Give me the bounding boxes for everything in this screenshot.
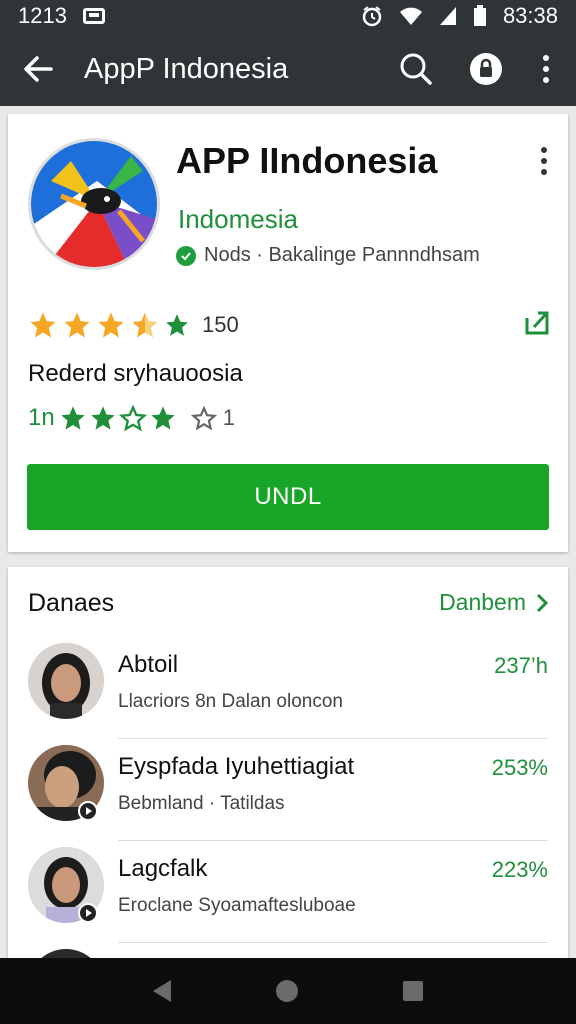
list-more-link[interactable]: Danbem: [439, 589, 548, 616]
system-nav-bar: [0, 958, 576, 1024]
toolbar-title: AppP Indonesia: [84, 52, 289, 85]
app-details-card: APP IIndonesia Indomesia Nods · Bakaling…: [8, 114, 568, 552]
divider: [118, 942, 548, 943]
signal-icon: [439, 7, 456, 25]
verified-check-icon: [176, 245, 196, 266]
star-full-icon: [64, 312, 90, 338]
list-item-subtitle: Eroclane Syoamaftesluboae: [118, 895, 356, 916]
star-half-icon: [132, 312, 158, 338]
app-more-icon[interactable]: [532, 144, 556, 178]
wifi-icon: [399, 7, 422, 25]
list-item-name: Lagcfalk: [118, 855, 208, 882]
list-item-subtitle: Bebmland · Tatildas: [118, 793, 285, 814]
list-header: Danaes: [28, 589, 115, 617]
status-time-right: 83:38: [502, 3, 558, 28]
battery-icon: [473, 5, 486, 26]
list-item[interactable]: Lagcfalk Eroclane Syoamaftesluboae 223%: [8, 847, 568, 947]
star-outline-icon[interactable]: [190, 405, 217, 431]
lock-icon[interactable]: [464, 47, 508, 91]
list-item-price: 237’h: [494, 653, 548, 678]
play-icon[interactable]: [78, 801, 98, 821]
search-icon[interactable]: [394, 47, 438, 91]
back-arrow-icon[interactable]: [18, 49, 58, 89]
list-item-name: Eyspfada Iyuhettiagiat: [118, 753, 355, 780]
star-green-icon[interactable]: [149, 404, 177, 432]
status-time-left: 1213: [18, 3, 67, 28]
share-icon[interactable]: [524, 310, 550, 341]
notification-icon: [82, 8, 105, 24]
star-full-icon: [30, 312, 56, 338]
nav-recents-icon[interactable]: [403, 981, 424, 1001]
list-item-price: 253%: [491, 755, 548, 780]
divider: [118, 840, 548, 841]
rate-this-app[interactable]: 1n 1: [28, 404, 235, 432]
star-green-icon[interactable]: [59, 404, 87, 432]
app-logo-icon: [28, 138, 160, 270]
developer-link[interactable]: Indomesia: [178, 204, 298, 235]
app-toolbar: AppP Indonesia: [0, 32, 576, 106]
alarm-icon: [362, 6, 382, 27]
list-item[interactable]: Eyspfada Iyuhettiagiat Bebmland · Tatild…: [8, 745, 568, 845]
rating-count: 150: [202, 312, 239, 337]
verified-text: Nods · Bakalinge Pannndhsam: [204, 244, 480, 266]
list-item-subtitle: Llacriors 8n Dalan oloncon: [118, 691, 343, 712]
list-more-label: Danbem: [439, 589, 526, 615]
nav-home-icon[interactable]: [275, 980, 298, 1002]
rated-label: Rederd sryhauoosia: [28, 360, 243, 387]
related-list-card: Danaes Danbem Abtoil Llacriors 8n Dalan …: [8, 567, 568, 967]
verified-info: Nods · Bakalinge Pannndhsam: [176, 244, 480, 267]
more-vert-icon[interactable]: [534, 47, 558, 91]
star-outline-icon[interactable]: [118, 404, 147, 432]
list-item[interactable]: Abtoil Llacriors 8n Dalan oloncon 237’h: [8, 643, 568, 743]
list-item-price: 223%: [491, 857, 548, 882]
divider: [118, 738, 548, 739]
status-bar: 1213 83:38: [0, 0, 576, 32]
rated-suffix: 1: [222, 405, 235, 430]
avatar: [28, 643, 104, 719]
nav-back-icon[interactable]: [152, 980, 171, 1002]
rated-prefix: 1n: [28, 404, 55, 431]
play-icon[interactable]: [78, 903, 98, 923]
list-item-name: Abtoil: [118, 651, 179, 678]
install-button[interactable]: UNDL: [27, 464, 549, 530]
star-full-icon: [98, 312, 124, 338]
star-green-icon: [166, 314, 188, 336]
rating-stars: 150: [28, 310, 239, 340]
app-name: APP IIndonesia: [176, 140, 438, 181]
star-green-icon[interactable]: [89, 404, 117, 432]
chevron-right-icon: [536, 593, 548, 612]
